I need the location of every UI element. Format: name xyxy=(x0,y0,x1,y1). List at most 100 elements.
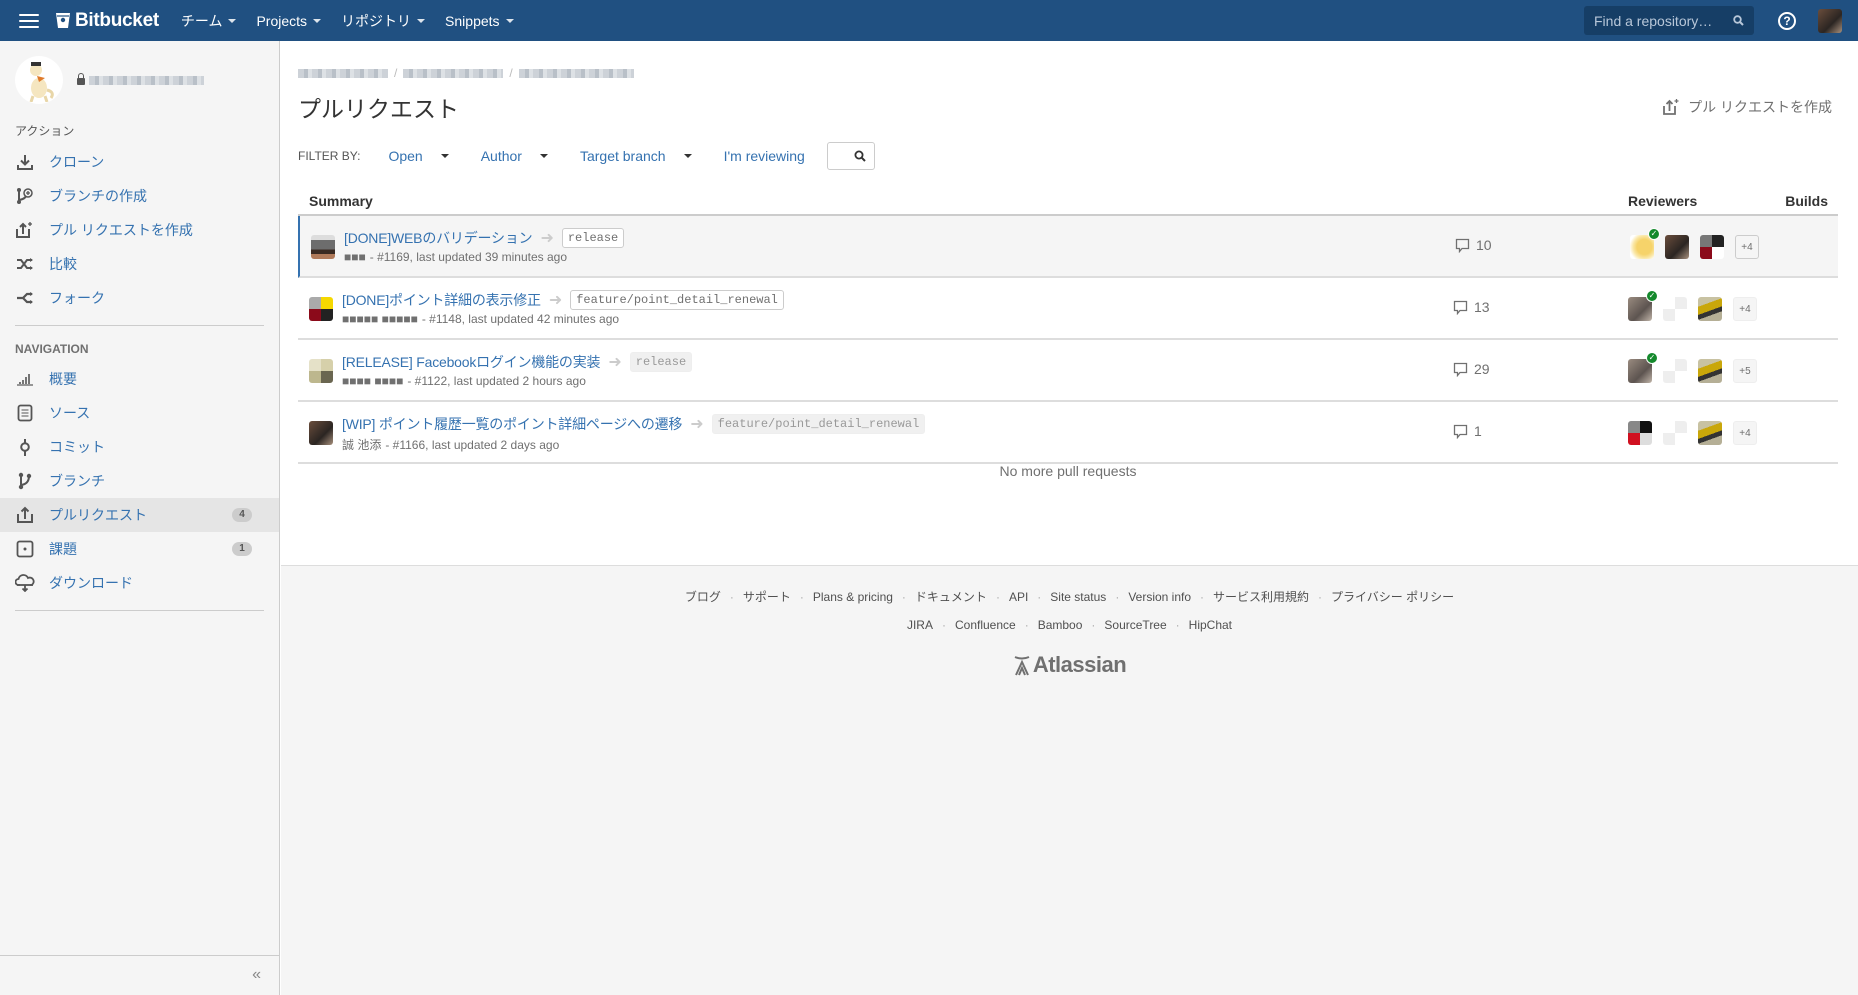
search-placeholder: Find a repository… xyxy=(1594,12,1713,29)
footer-link[interactable]: Plans & pricing xyxy=(813,590,893,604)
reviewers-list: +4 xyxy=(1628,421,1757,445)
reviewer-avatar[interactable] xyxy=(1628,421,1652,445)
filter-author-dropdown[interactable]: Author xyxy=(481,148,548,164)
user-avatar[interactable] xyxy=(1818,8,1842,33)
sidebar-item-label: コミット xyxy=(49,439,105,455)
sidebar-item-issues[interactable]: 課題 1 xyxy=(0,532,279,566)
menu-repositories[interactable]: リポジトリ xyxy=(341,11,426,31)
footer-link[interactable]: JIRA xyxy=(907,618,933,632)
footer-link[interactable]: Bamboo xyxy=(1038,618,1083,632)
pull-request-title-link[interactable]: [DONE]ポイント詳細の表示修正 xyxy=(342,290,541,310)
footer-link[interactable]: サービス利用規約 xyxy=(1213,588,1309,605)
menu-icon[interactable] xyxy=(19,13,39,28)
menu-snippets[interactable]: Snippets xyxy=(445,11,514,31)
menu-projects[interactable]: Projects xyxy=(256,11,322,31)
author-avatar[interactable] xyxy=(309,359,333,383)
more-reviewers-button[interactable]: +5 xyxy=(1733,359,1757,383)
footer-link[interactable]: ブログ xyxy=(685,588,721,605)
pull-request-row[interactable]: [WIP] ポイント履歴一覧のポイント詳細ページへの遷移 ➜ feature/p… xyxy=(298,402,1838,464)
repository-avatar[interactable] xyxy=(15,56,63,104)
author-name[interactable]: ■■■■■ ■■■■■ xyxy=(342,312,418,326)
sidebar-divider xyxy=(15,610,264,611)
footer-link[interactable]: Confluence xyxy=(955,618,1016,632)
footer-link[interactable]: ドキュメント xyxy=(915,588,987,605)
create-pull-request-button[interactable]: プル リクエストを作成 xyxy=(1662,97,1832,117)
author-name[interactable]: ■■■ xyxy=(344,250,366,264)
footer-link[interactable]: HipChat xyxy=(1189,618,1232,632)
footer-separator: · xyxy=(1037,589,1042,604)
pull-request-title-link[interactable]: [RELEASE] Facebookログイン機能の実装 xyxy=(342,352,601,372)
pull-request-row[interactable]: [RELEASE] Facebookログイン機能の実装 ➜ release ■■… xyxy=(298,340,1838,402)
reviewer-avatar[interactable] xyxy=(1698,359,1722,383)
sidebar-item-create-pull-request[interactable]: プル リクエストを作成 xyxy=(0,213,279,247)
sidebar-item-downloads[interactable]: ダウンロード xyxy=(0,566,279,600)
author-name[interactable]: 誠 池添 xyxy=(342,436,381,453)
breadcrumb-team-redacted[interactable] xyxy=(298,68,388,78)
column-header-summary: Summary xyxy=(309,193,373,209)
filter-im-reviewing-toggle[interactable]: I'm reviewing xyxy=(724,148,805,164)
footer-link[interactable]: Version info xyxy=(1128,590,1191,604)
breadcrumb-project-redacted[interactable] xyxy=(403,68,504,78)
reviewer-avatar[interactable]: ✓ xyxy=(1628,290,1658,321)
sidebar-item-label: プル リクエストを作成 xyxy=(49,222,193,238)
lock-icon xyxy=(77,73,85,85)
footer-separator: · xyxy=(1024,618,1029,632)
filter-target-branch-dropdown[interactable]: Target branch xyxy=(580,148,692,164)
sidebar-item-pull-requests[interactable]: プルリクエスト 4 xyxy=(0,498,279,532)
reviewer-avatar[interactable] xyxy=(1663,359,1687,383)
sidebar-item-commits[interactable]: コミット xyxy=(0,430,279,464)
footer-separator: · xyxy=(729,589,734,604)
footer-link[interactable]: サポート xyxy=(743,588,791,605)
more-reviewers-button[interactable]: +4 xyxy=(1733,297,1757,321)
reviewer-avatar[interactable] xyxy=(1665,235,1689,259)
reviewer-avatar[interactable] xyxy=(1698,297,1722,321)
pull-request-row[interactable]: [DONE]ポイント詳細の表示修正 ➜ feature/point_detail… xyxy=(298,278,1838,340)
pull-request-title-link[interactable]: [WIP] ポイント履歴一覧のポイント詳細ページへの遷移 xyxy=(342,414,682,434)
more-reviewers-button[interactable]: +4 xyxy=(1733,421,1757,445)
breadcrumb-repository-redacted[interactable] xyxy=(518,68,634,78)
help-icon[interactable]: ? xyxy=(1778,11,1796,30)
reviewer-avatar[interactable] xyxy=(1698,421,1722,445)
issues-icon xyxy=(15,539,35,559)
filter-search-input[interactable] xyxy=(826,142,875,170)
sidebar-item-compare[interactable]: 比較 xyxy=(0,247,279,281)
reviewer-avatar[interactable] xyxy=(1663,421,1687,445)
author-avatar[interactable] xyxy=(311,235,335,259)
header-right: Find a repository… ? xyxy=(1584,0,1858,41)
reviewer-avatar[interactable] xyxy=(1663,297,1687,321)
menu-repositories-label: リポジトリ xyxy=(341,12,412,29)
sidebar-item-branches[interactable]: ブランチ xyxy=(0,464,279,498)
footer-link[interactable]: Site status xyxy=(1050,590,1106,604)
footer-link[interactable]: SourceTree xyxy=(1104,618,1166,632)
sidebar-item-overview[interactable]: 概要 xyxy=(0,362,279,396)
sidebar-item-label: ブランチの作成 xyxy=(49,188,147,204)
create-pull-request-label: プル リクエストを作成 xyxy=(1688,99,1832,115)
repository-name[interactable] xyxy=(77,73,204,85)
reviewer-avatar[interactable]: ✓ xyxy=(1630,228,1660,259)
filter-status-dropdown[interactable]: Open xyxy=(388,148,449,164)
author-avatar[interactable] xyxy=(309,297,333,321)
reviewer-avatar[interactable]: ✓ xyxy=(1628,352,1658,383)
author-avatar[interactable] xyxy=(309,421,333,445)
page-title: プルリクエスト xyxy=(298,96,459,122)
bitbucket-logo[interactable]: Bitbucket xyxy=(55,10,159,32)
sidebar-item-clone[interactable]: クローン xyxy=(0,145,279,179)
compare-icon xyxy=(15,254,35,274)
repository-search-input[interactable]: Find a repository… xyxy=(1584,6,1754,35)
reviewer-avatar[interactable] xyxy=(1700,235,1724,259)
pull-request-row[interactable]: [DONE]WEBのバリデーション ➜ release ■■■ - #1169,… xyxy=(298,216,1838,278)
pull-request-title-link[interactable]: [DONE]WEBのバリデーション xyxy=(344,228,533,248)
more-reviewers-button[interactable]: +4 xyxy=(1735,235,1759,259)
footer-link[interactable]: API xyxy=(1009,590,1028,604)
fork-icon xyxy=(15,288,35,308)
atlassian-logo[interactable]: Atlassian xyxy=(281,652,1858,678)
footer: ブログ · サポート · Plans & pricing · ドキュメント · API · Site… xyxy=(281,565,1858,995)
sidebar-item-source[interactable]: ソース xyxy=(0,396,279,430)
author-name[interactable]: ■■■■ ■■■■ xyxy=(342,374,403,388)
menu-teams[interactable]: チーム xyxy=(181,11,237,31)
collapse-sidebar-button[interactable]: « xyxy=(252,966,261,984)
branch-icon xyxy=(15,471,35,491)
sidebar-item-create-branch[interactable]: ブランチの作成 xyxy=(0,179,279,213)
footer-link[interactable]: プライバシー ポリシー xyxy=(1331,588,1454,605)
sidebar-item-fork[interactable]: フォーク xyxy=(0,281,279,315)
